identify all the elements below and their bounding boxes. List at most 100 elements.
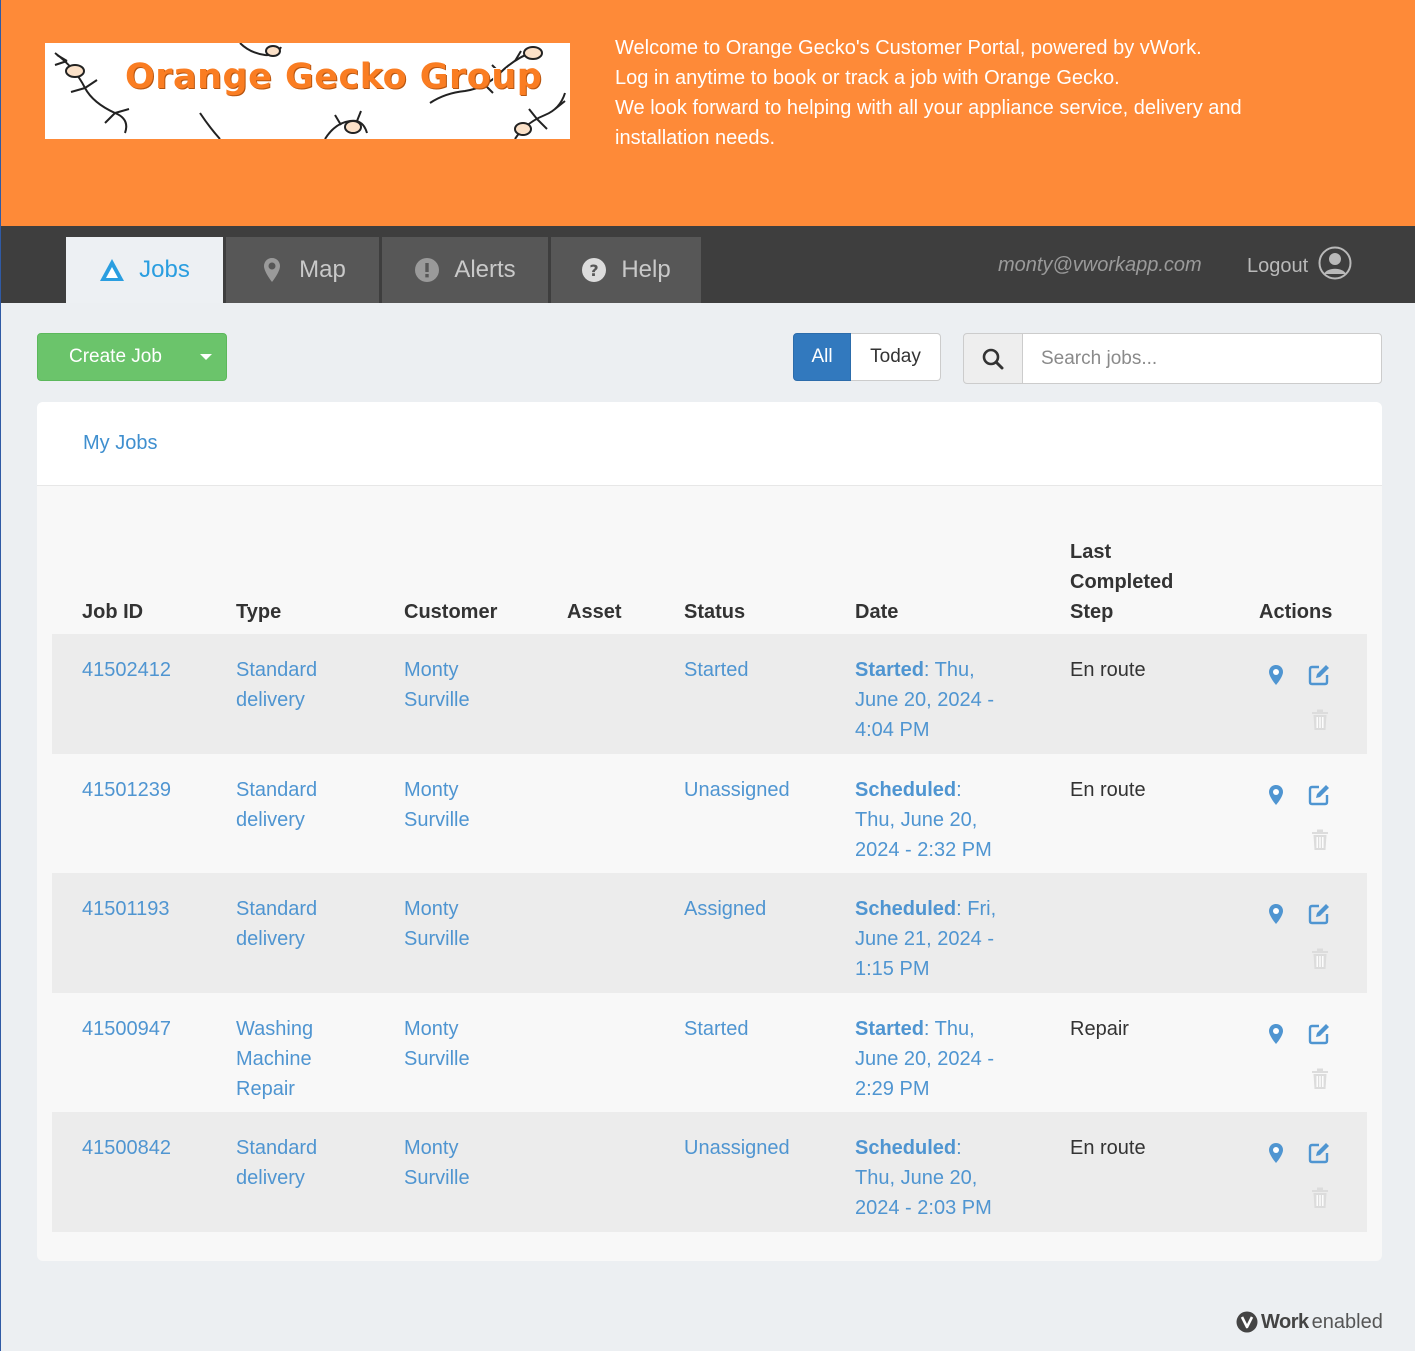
date-label-text: Scheduled bbox=[855, 898, 957, 920]
create-job-button[interactable]: Create Job bbox=[37, 333, 227, 381]
column-header-date: Date bbox=[855, 601, 899, 623]
table-row: 41500842 Standard delivery Monty Surville … bbox=[52, 1112, 1367, 1232]
type-text: Washing bbox=[236, 1018, 314, 1040]
date-label-text: Started bbox=[855, 1018, 924, 1040]
tab-help[interactable]: ? Help bbox=[551, 237, 701, 303]
customer-link[interactable]: Monty Surville bbox=[404, 1133, 470, 1193]
vwork-enabled-badge: Work enabled bbox=[1236, 1309, 1383, 1335]
search-button[interactable] bbox=[963, 333, 1023, 384]
job-type-link[interactable]: Standard delivery bbox=[236, 655, 317, 715]
date-label-text: Scheduled bbox=[855, 1137, 957, 1159]
table-row: 41501239 Standard delivery Monty Surville … bbox=[52, 754, 1367, 874]
date-cell: Scheduled: Fri, June 21, 2024 - 1:15 PM bbox=[855, 894, 996, 984]
date-cell: Started: Thu, June 20, 2024 - 4:04 PM bbox=[855, 655, 994, 745]
trash-icon bbox=[1305, 825, 1335, 855]
svg-text:?: ? bbox=[590, 261, 599, 280]
customer-link[interactable]: Monty Surville bbox=[404, 655, 470, 715]
job-id-link[interactable]: 41501193 bbox=[82, 894, 170, 924]
status-link[interactable]: Unassigned bbox=[684, 775, 790, 805]
job-id-link[interactable]: 41501239 bbox=[82, 775, 171, 805]
logout-button[interactable]: Logout bbox=[1247, 246, 1352, 286]
search-input[interactable] bbox=[1022, 333, 1382, 384]
status-link[interactable]: Started bbox=[684, 655, 748, 685]
user-avatar-icon bbox=[1318, 246, 1352, 286]
date-line1-text: : Thu, bbox=[923, 659, 975, 681]
customer-link[interactable]: Monty Surville bbox=[404, 894, 470, 954]
welcome-line: Log in anytime to book or track a job wi… bbox=[615, 67, 1120, 89]
panel-title[interactable]: My Jobs bbox=[83, 432, 157, 455]
edit-icon[interactable] bbox=[1304, 780, 1334, 810]
welcome-line: Welcome to Orange Gecko's Customer Porta… bbox=[615, 37, 1202, 59]
date-line2-text: June 20, 2024 - bbox=[855, 689, 994, 711]
table-row: 41502412 Standard delivery Monty Surville … bbox=[52, 634, 1367, 754]
job-id-link[interactable]: 41500842 bbox=[82, 1133, 171, 1163]
header-line: Step bbox=[1070, 601, 1114, 623]
type-text: Repair bbox=[236, 1078, 295, 1100]
type-text: Standard bbox=[236, 1137, 318, 1159]
job-type-link[interactable]: Standard delivery bbox=[236, 894, 317, 954]
last-completed-step: En route bbox=[1070, 1137, 1146, 1159]
trash-icon bbox=[1305, 944, 1335, 974]
create-job-label: Create Job bbox=[69, 346, 162, 367]
tab-map[interactable]: Map bbox=[226, 237, 379, 303]
date-line3-text: 4:04 PM bbox=[855, 719, 930, 741]
customer-link[interactable]: Monty Surville bbox=[404, 1014, 470, 1074]
question-circle-icon: ? bbox=[581, 257, 607, 283]
footer-brand-bold: Work bbox=[1261, 1310, 1309, 1333]
type-text: Standard bbox=[236, 779, 318, 801]
customer-text: Surville bbox=[404, 809, 470, 831]
filter-today-button[interactable]: Today bbox=[851, 333, 941, 381]
customer-text: Surville bbox=[404, 689, 470, 711]
welcome-message: Welcome to Orange Gecko's Customer Porta… bbox=[615, 33, 1315, 153]
date-line1-text: : Fri, bbox=[956, 898, 997, 920]
type-text: Machine bbox=[236, 1048, 312, 1070]
column-header-actions: Actions bbox=[1259, 601, 1333, 623]
date-line3-text: 1:15 PM bbox=[855, 958, 930, 980]
customer-text: Surville bbox=[404, 1167, 470, 1189]
status-link[interactable]: Assigned bbox=[684, 894, 766, 924]
warning-triangle-icon bbox=[99, 257, 125, 283]
edit-icon[interactable] bbox=[1304, 660, 1334, 690]
map-marker-icon[interactable] bbox=[1261, 1138, 1291, 1168]
map-marker-icon[interactable] bbox=[1261, 660, 1291, 690]
filter-all-button[interactable]: All bbox=[793, 333, 851, 381]
status-link[interactable]: Unassigned bbox=[684, 1133, 790, 1163]
map-marker-icon[interactable] bbox=[1261, 1019, 1291, 1049]
exclamation-circle-icon bbox=[414, 257, 440, 283]
customer-text: Monty bbox=[404, 779, 459, 801]
date-line1-text: : bbox=[956, 1137, 962, 1159]
user-email: monty@vworkapp.com bbox=[998, 254, 1202, 276]
tab-alerts[interactable]: Alerts bbox=[382, 237, 548, 303]
column-header-status: Status bbox=[684, 601, 746, 623]
date-line3-text: 2024 - 2:03 PM bbox=[855, 1197, 992, 1219]
date-cell: Scheduled: Thu, June 20, 2024 - 2:03 PM bbox=[855, 1133, 992, 1223]
map-marker-icon[interactable] bbox=[1261, 780, 1291, 810]
edit-icon[interactable] bbox=[1304, 1138, 1334, 1168]
edit-icon[interactable] bbox=[1304, 1019, 1334, 1049]
customer-text: Monty bbox=[404, 1137, 459, 1159]
date-line1-text: : Thu, bbox=[923, 1018, 975, 1040]
date-line2-text: Thu, June 20, bbox=[855, 1167, 978, 1189]
chevron-down-icon[interactable] bbox=[200, 354, 212, 360]
job-type-link[interactable]: Standard delivery bbox=[236, 1133, 317, 1193]
tab-label: Jobs bbox=[139, 256, 190, 283]
tab-label: Alerts bbox=[454, 256, 516, 283]
job-id-link[interactable]: 41500947 bbox=[82, 1014, 171, 1044]
tab-jobs[interactable]: Jobs bbox=[66, 237, 223, 303]
logo-wordmark: Orange Gecko Group bbox=[125, 57, 543, 97]
last-completed-step: En route bbox=[1070, 779, 1146, 801]
main-navbar: Jobs Map Alerts ? Help bbox=[1, 226, 1415, 303]
header-line: Completed bbox=[1070, 571, 1174, 593]
edit-icon[interactable] bbox=[1304, 899, 1334, 929]
customer-link[interactable]: Monty Surville bbox=[404, 775, 470, 835]
job-type-link[interactable]: Washing Machine Repair bbox=[236, 1014, 313, 1104]
customer-text: Monty bbox=[404, 898, 459, 920]
job-type-link[interactable]: Standard delivery bbox=[236, 775, 317, 835]
trash-icon bbox=[1305, 705, 1335, 735]
type-text: delivery bbox=[236, 1167, 305, 1189]
header-banner: Orange Gecko Group Welcome to Orange Gec… bbox=[1, 0, 1415, 226]
map-marker-icon[interactable] bbox=[1261, 899, 1291, 929]
job-id-link[interactable]: 41502412 bbox=[82, 655, 171, 685]
welcome-line: We look forward to helping with all your… bbox=[615, 97, 1242, 119]
status-link[interactable]: Started bbox=[684, 1014, 748, 1044]
